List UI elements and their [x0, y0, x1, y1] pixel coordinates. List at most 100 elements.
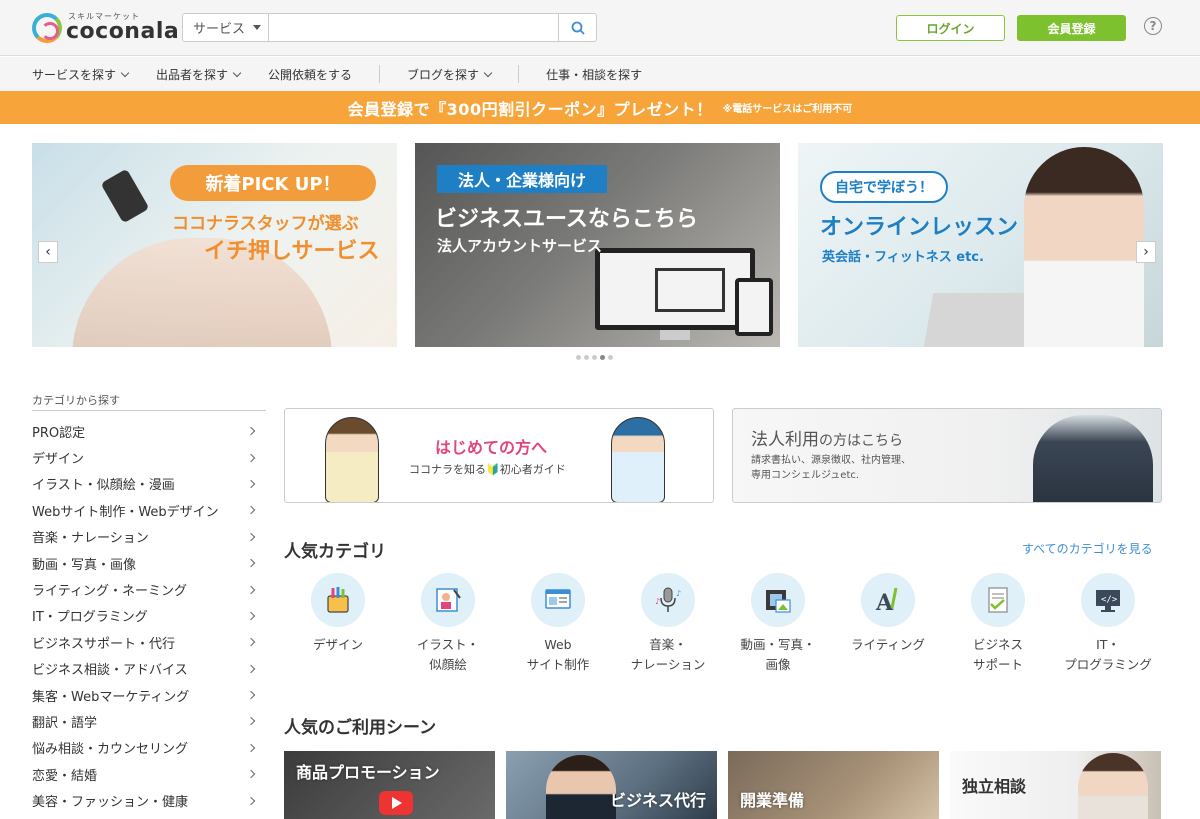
nav-label: 公開依頼をする [268, 67, 353, 82]
sidebar-item-marketing[interactable]: 集客・Webマーケティング [32, 682, 258, 708]
carousel-dot[interactable] [608, 355, 613, 360]
category-design[interactable]: デザイン [283, 573, 393, 655]
see-all-categories-link[interactable]: すべてのカテゴリを見る [1022, 540, 1153, 557]
guide-title-main: 法人利用 [751, 430, 819, 450]
category-business-support[interactable]: ビジネス サポート [943, 573, 1053, 675]
carousel-next-button[interactable]: › [1136, 241, 1156, 263]
sidebar-item-pro[interactable]: PRO認定 [32, 418, 258, 444]
smartphone-icon [100, 168, 150, 224]
sidebar-item-beauty[interactable]: 美容・ファッション・健康 [32, 787, 258, 813]
guide-title: はじめての方へ [435, 438, 548, 457]
svg-text:A: A [875, 590, 894, 616]
carousel-banner-pickup[interactable]: 新着PICK UP！ ココナラスタッフが選ぶ イチ押しサービス [32, 143, 397, 347]
sidebar-item-label: 動画・写真・画像 [32, 557, 137, 573]
sidebar-item-design[interactable]: デザイン [32, 444, 258, 470]
chevron-left-icon: ‹ [45, 244, 51, 260]
scene-independence-consult[interactable]: 独立相談 [950, 751, 1161, 819]
nav-label: ブログを探す [407, 67, 480, 82]
search-category-select[interactable]: サービス [183, 14, 269, 41]
sidebar-item-label: ライティング・ネーミング [32, 584, 187, 600]
man-illustration [325, 417, 379, 502]
banner-subtitle: 英会話・フィットネス etc. [822, 250, 984, 265]
carousel-dot[interactable] [592, 355, 597, 360]
sidebar-title: カテゴリから探す [32, 394, 120, 407]
category-illustration[interactable]: イラスト・ 似顔絵 [393, 573, 503, 675]
category-icon-circle [421, 573, 475, 627]
scene-business-agency[interactable]: ビジネス代行 [506, 751, 717, 819]
sidebar-item-music[interactable]: 音楽・ナレーション [32, 524, 258, 550]
woman-photo [1078, 753, 1148, 819]
nav-find-services[interactable]: サービスを探す [32, 57, 130, 91]
design-icon [327, 587, 349, 613]
register-button[interactable]: 会員登録 [1017, 15, 1126, 41]
category-it[interactable]: </> IT・ プログラミング [1053, 573, 1163, 675]
nav-find-sellers[interactable]: 出品者を探す [156, 57, 242, 91]
sidebar-item-translation[interactable]: 翻訳・語学 [32, 708, 258, 734]
category-label: IT・ プログラミング [1064, 637, 1152, 672]
sidebar-item-label: ビジネスサポート・代行 [32, 636, 176, 652]
promo-main-text: 会員登録で『300円割引クーポン』プレゼント！ [347, 99, 713, 119]
sidebar-item-business-support[interactable]: ビジネスサポート・代行 [32, 629, 258, 655]
search-input[interactable] [269, 14, 558, 41]
svg-text:</>: </> [1101, 595, 1118, 605]
category-music[interactable]: ♪ ♪ 音楽・ ナレーション [613, 573, 723, 675]
chevron-right-icon [246, 479, 256, 489]
nav-find-jobs[interactable]: 仕事・相談を探す [546, 57, 642, 91]
logo-mark-icon [32, 13, 62, 43]
scene-label: ビジネス代行 [610, 791, 707, 810]
login-button[interactable]: ログイン [896, 15, 1005, 41]
chevron-right-icon [246, 796, 256, 805]
sidebar-item-counseling[interactable]: 悩み相談・カウンセリング [32, 735, 258, 761]
chevron-right-icon [246, 717, 256, 726]
scene-opening-prep[interactable]: 開業準備 [728, 751, 939, 819]
sidebar-item-label: イラスト・似顔絵・漫画 [32, 478, 175, 494]
category-video[interactable]: 動画・写真・ 画像 [723, 573, 833, 675]
banner-title: ビジネスユースならこちら [435, 207, 698, 232]
banner-line: イチ押しサービス [204, 239, 380, 264]
chevron-right-icon [246, 664, 256, 673]
carousel-dot[interactable] [584, 355, 589, 360]
sidebar-item-business-advice[interactable]: ビジネス相談・アドバイス [32, 656, 258, 682]
checklist-icon [988, 587, 1008, 613]
category-icon-circle: </> [1081, 573, 1135, 627]
category-writing[interactable]: A ライティング [833, 573, 943, 655]
laptop-image [655, 268, 725, 312]
woman-photo [1024, 147, 1144, 347]
carousel-prev-button[interactable]: ‹ [38, 241, 58, 263]
chevron-right-icon [246, 743, 256, 753]
sidebar-item-it[interactable]: IT・プログラミング [32, 603, 258, 629]
sidebar-item-writing[interactable]: ライティング・ネーミング [32, 576, 258, 602]
play-icon [379, 791, 413, 815]
sidebar-item-love[interactable]: 恋愛・結婚 [32, 761, 258, 787]
search-icon [571, 21, 585, 35]
banner-pill: 新着PICK UP！ [170, 165, 376, 201]
svg-text:♪: ♪ [676, 589, 681, 598]
category-web[interactable]: Web サイト制作 [503, 573, 613, 675]
beginner-guide-card[interactable]: はじめての方へ ココナラを知る🔰初心者ガイド [284, 408, 714, 503]
promo-banner[interactable]: 会員登録で『300円割引クーポン』プレゼント！ ※電話サービスはご利用不可 [0, 91, 1200, 124]
chevron-right-icon [246, 532, 256, 541]
help-icon[interactable]: ? [1144, 17, 1162, 35]
carousel-banner-business[interactable]: 法人・企業様向け ビジネスユースならこちら 法人アカウントサービス [415, 143, 780, 347]
nav-find-blogs[interactable]: ブログを探す [407, 57, 493, 91]
carousel-banner-online-lesson[interactable]: 自宅で学ぼう！ オンラインレッスン 英会話・フィットネス etc. [798, 143, 1163, 347]
scene-product-promotion[interactable]: 商品プロモーション [284, 751, 495, 819]
search-button[interactable] [558, 14, 596, 41]
code-monitor-icon: </> [1096, 590, 1120, 612]
scene-label: 商品プロモーション [296, 763, 440, 782]
sidebar-item-illustration[interactable]: イラスト・似顔絵・漫画 [32, 471, 258, 497]
nav-label: 仕事・相談を探す [546, 67, 643, 82]
businessman-photo [546, 755, 616, 819]
corporate-guide-card[interactable]: 法人利用の方はこちら 請求書払い、源泉徴収、社内管理、 専用コンシェルジュetc… [732, 408, 1162, 503]
chevron-down-icon [483, 68, 493, 77]
nav-post-request[interactable]: 公開依頼をする [268, 57, 352, 91]
sidebar-item-web[interactable]: Webサイト制作・Webデザイン [32, 497, 258, 523]
carousel-dot-active[interactable] [600, 355, 605, 360]
carousel-dot[interactable] [576, 355, 581, 360]
chevron-right-icon [246, 611, 256, 621]
coconala-logo[interactable]: スキルマーケット coconala [32, 10, 179, 46]
microphone-icon: ♪ ♪ [655, 587, 681, 612]
svg-text:♪: ♪ [655, 597, 660, 606]
category-label: デザイン [312, 637, 363, 652]
sidebar-item-video[interactable]: 動画・写真・画像 [32, 550, 258, 576]
